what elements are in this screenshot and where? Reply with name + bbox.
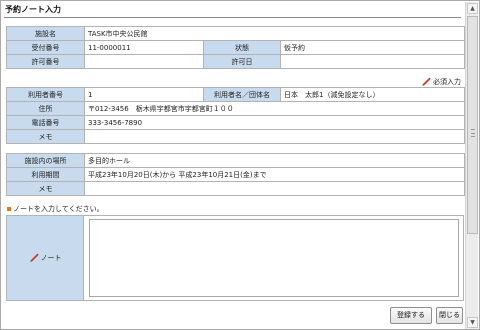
status-value: 仮予約	[280, 40, 465, 55]
phone-value: 333-3456-7890	[84, 115, 465, 130]
user-no-label: 利用者番号	[6, 87, 85, 102]
pencil-icon	[29, 252, 39, 264]
grip-icon	[471, 129, 475, 137]
usage-memo-value	[84, 181, 465, 196]
address-value: 〒012-3456 栃木県宇都宮市宇都宮町１００	[84, 101, 465, 116]
note-section: ノート	[6, 215, 464, 301]
usage-table: 施設内の場所 多目的ホール 利用期間 平成23年10月20日(木)から 平成23…	[6, 153, 465, 196]
permit-date-label: 許可日	[203, 54, 281, 69]
scroll-thumb[interactable]	[467, 16, 478, 234]
reception-no-label: 受付番号	[6, 40, 85, 55]
required-label: 必須入力	[433, 78, 461, 86]
permit-no-label: 許可番号	[6, 54, 85, 69]
save-button[interactable]: 登録する	[390, 307, 432, 324]
facility-table: 施設名 TASK市中央公民館 受付番号 11-0000011 状態 仮予約 許可…	[6, 26, 465, 69]
status-label: 状態	[203, 40, 281, 55]
period-label: 利用期間	[6, 167, 85, 182]
user-name-label: 利用者名／団体名	[203, 87, 281, 102]
note-label: ノート	[40, 254, 62, 262]
page-title: 予約ノート入力	[5, 5, 61, 14]
user-memo-label: メモ	[6, 129, 85, 144]
address-label: 住所	[6, 101, 85, 116]
note-dialog: 予約ノート入力 施設名 TASK市中央公民館 受付番号 11-0000011 状…	[0, 0, 480, 330]
note-textarea[interactable]	[89, 219, 459, 297]
usage-memo-label: メモ	[6, 181, 85, 196]
phone-label: 電話番号	[6, 115, 85, 130]
scroll-up-button[interactable]: ▲	[467, 3, 478, 14]
user-table: 利用者番号 1 利用者名／団体名 日本 太郎1（減免設定なし） 住所 〒012-…	[6, 87, 465, 144]
note-label-cell: ノート	[7, 216, 84, 300]
permit-date-value	[280, 54, 465, 69]
user-no-value: 1	[84, 87, 204, 102]
place-label: 施設内の場所	[6, 153, 85, 168]
period-value: 平成23年10月20日(木)から 平成23年10月21日(金)まで	[84, 167, 465, 182]
vertical-scrollbar[interactable]: ▲ ▼	[465, 2, 478, 329]
place-value: 多目的ホール	[84, 153, 465, 168]
scroll-down-button[interactable]: ▼	[467, 317, 478, 328]
hint-text-row: ノートを入力してください。	[7, 204, 104, 214]
bullet-icon	[7, 207, 11, 211]
facility-label: 施設名	[6, 26, 85, 41]
permit-no-value	[84, 54, 204, 69]
user-memo-value	[84, 129, 465, 144]
title-divider	[4, 17, 461, 18]
reception-no-value: 11-0000011	[84, 40, 204, 55]
facility-value: TASK市中央公民館	[84, 26, 465, 41]
user-name-value: 日本 太郎1（減免設定なし）	[280, 87, 465, 102]
hint-text: ノートを入力してください。	[13, 205, 104, 213]
close-button[interactable]: 閉じる	[436, 307, 463, 324]
